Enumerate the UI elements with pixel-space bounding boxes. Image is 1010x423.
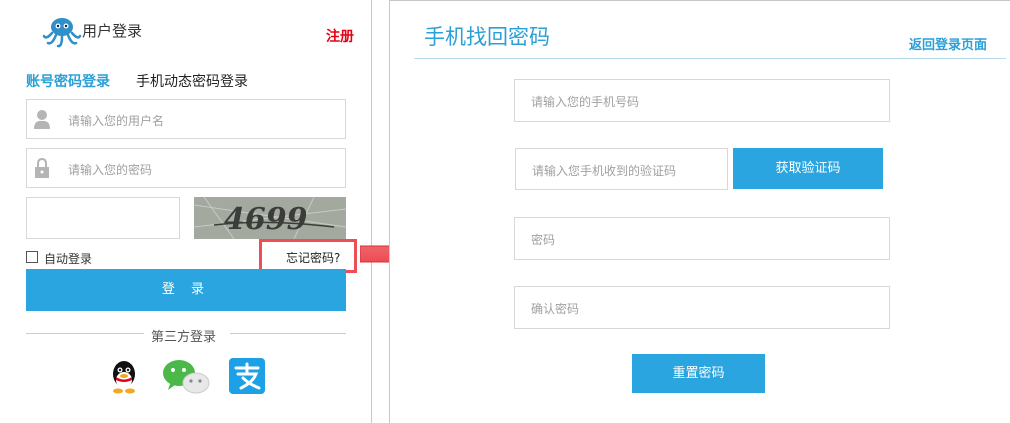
wechat-icon[interactable] [162, 358, 210, 394]
login-title: 用户登录 [82, 22, 143, 40]
forgot-password-link[interactable]: 忘记密码? [286, 249, 340, 266]
captcha-input[interactable] [26, 197, 180, 239]
auto-login-label: 自动登录 [44, 252, 93, 266]
get-code-button[interactable]: 获取验证码 [733, 148, 883, 189]
register-link[interactable]: 注册 [326, 26, 354, 46]
phone-input[interactable]: 请输入您的手机号码 [514, 79, 890, 122]
third-party-login-label: 第三方登录 [151, 330, 217, 345]
phone-placeholder: 请输入您的手机号码 [531, 95, 640, 109]
alipay-icon[interactable] [229, 358, 265, 394]
password-input[interactable]: 请输入您的密码 [26, 148, 346, 188]
confirm-password-input[interactable]: 确认密码 [514, 286, 890, 329]
user-icon [34, 110, 50, 129]
reset-page-title: 手机找回密码 [424, 25, 550, 49]
divider-left [26, 333, 144, 334]
username-input[interactable]: 请输入您的用户名 [26, 99, 346, 139]
octopus-logo-icon [42, 18, 82, 48]
username-placeholder: 请输入您的用户名 [68, 114, 165, 128]
code-placeholder: 请输入您手机收到的验证码 [532, 164, 677, 178]
reset-password-button[interactable]: 重置密码 [632, 354, 765, 393]
captcha-image[interactable]: 4699 [194, 197, 346, 239]
qq-icon[interactable] [106, 358, 142, 394]
divider-right [230, 333, 346, 334]
password-placeholder: 请输入您的密码 [68, 163, 153, 177]
login-button[interactable]: 登 录 [26, 269, 346, 311]
captcha-text: 4699 [224, 202, 308, 237]
confirm-password-placeholder: 确认密码 [531, 302, 580, 316]
title-divider [414, 58, 1006, 59]
auto-login-checkbox[interactable] [26, 251, 38, 263]
tab-phone-dynamic-login[interactable]: 手机动态密码登录 [136, 71, 248, 91]
verification-code-input[interactable]: 请输入您手机收到的验证码 [515, 148, 728, 190]
lock-icon [35, 157, 49, 178]
new-password-placeholder: 密码 [531, 233, 556, 247]
new-password-input[interactable]: 密码 [514, 217, 890, 260]
tab-account-password-login[interactable]: 账号密码登录 [26, 71, 110, 91]
back-to-login-link[interactable]: 返回登录页面 [909, 34, 987, 53]
